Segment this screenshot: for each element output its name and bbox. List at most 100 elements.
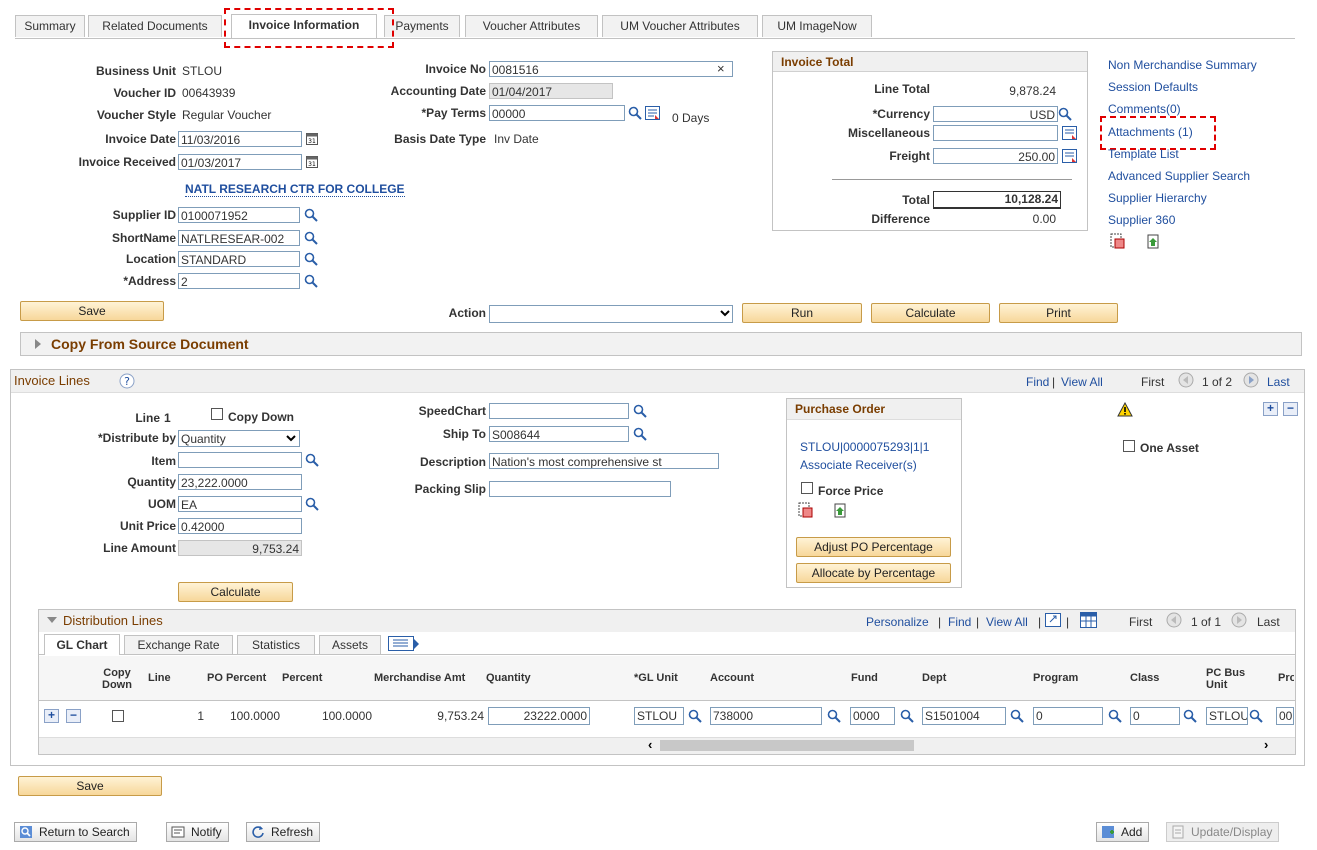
allocate-by-percentage-button[interactable]: Allocate by Percentage xyxy=(796,563,951,583)
row-fund-field[interactable]: 0000 xyxy=(850,707,895,725)
uom-field[interactable]: EA xyxy=(178,496,302,512)
row-account-field[interactable]: 738000 xyxy=(710,707,822,725)
supplier-360-link[interactable]: Supplier 360 xyxy=(1108,213,1175,227)
force-price-checkbox[interactable] xyxy=(801,482,813,494)
row-gl-unit-field[interactable]: STLOU xyxy=(634,707,684,725)
add-row-button[interactable]: + xyxy=(1263,402,1278,416)
return-to-search-button[interactable]: Return to Search xyxy=(14,822,137,842)
pay-terms-field[interactable]: 00000 xyxy=(489,105,625,121)
description-field[interactable]: Nation's most comprehensive st xyxy=(489,453,719,469)
non-merchandise-summary-link[interactable]: Non Merchandise Summary xyxy=(1108,58,1257,72)
show-all-columns-icon[interactable] xyxy=(388,636,420,652)
advanced-supplier-search-link[interactable]: Advanced Supplier Search xyxy=(1108,169,1250,183)
search-icon[interactable] xyxy=(827,709,841,723)
miscellaneous-field[interactable] xyxy=(933,125,1058,141)
comments-link[interactable]: Comments(0) xyxy=(1108,102,1181,116)
detail-page-icon[interactable] xyxy=(1062,126,1077,140)
search-icon[interactable] xyxy=(628,106,642,120)
detail-page-icon[interactable] xyxy=(645,106,660,120)
collapse-arrow-icon[interactable] xyxy=(47,617,57,623)
quantity-field[interactable]: 23,222.0000 xyxy=(178,474,302,490)
copy-from-source-section[interactable]: Copy From Source Document xyxy=(20,332,1302,356)
chevron-down-icon[interactable] xyxy=(718,306,732,320)
next-arrow-icon[interactable] xyxy=(1243,372,1259,388)
search-icon[interactable] xyxy=(1108,709,1122,723)
personalize-link[interactable]: Personalize xyxy=(866,615,929,629)
search-icon[interactable] xyxy=(633,404,647,418)
tab-invoice-information[interactable]: Invoice Information xyxy=(231,14,377,38)
packing-slip-field[interactable] xyxy=(489,481,671,497)
previous-arrow-icon[interactable] xyxy=(1178,372,1194,388)
add-row-button[interactable]: + xyxy=(44,709,59,723)
tab-um-voucher-attributes[interactable]: UM Voucher Attributes xyxy=(602,15,758,37)
freight-field[interactable]: 250.00 xyxy=(933,148,1058,164)
search-icon[interactable] xyxy=(305,453,319,467)
tab-related-documents[interactable]: Related Documents xyxy=(88,15,222,37)
calendar-icon[interactable]: 31 xyxy=(306,132,318,145)
search-icon[interactable] xyxy=(1058,107,1072,121)
adjust-po-percentage-button[interactable]: Adjust PO Percentage xyxy=(796,537,951,557)
attachments-link[interactable]: Attachments (1) xyxy=(1108,125,1193,139)
delete-document-icon[interactable] xyxy=(1110,233,1126,249)
detail-page-icon[interactable] xyxy=(1062,149,1077,163)
delete-row-button[interactable]: − xyxy=(66,709,81,723)
invoice-date-field[interactable]: 11/03/2016 xyxy=(178,131,302,147)
currency-field[interactable]: USD xyxy=(933,106,1058,122)
tab-gl-chart[interactable]: GL Chart xyxy=(44,634,120,655)
tab-exchange-rate[interactable]: Exchange Rate xyxy=(124,635,233,654)
invoice-no-field[interactable]: 0081516 xyxy=(489,61,733,77)
speedchart-field[interactable] xyxy=(489,403,629,419)
row-class-field[interactable]: 0 xyxy=(1130,707,1180,725)
tab-statistics[interactable]: Statistics xyxy=(237,635,315,654)
search-icon[interactable] xyxy=(900,709,914,723)
run-button[interactable]: Run xyxy=(742,303,862,323)
tab-payments[interactable]: Payments xyxy=(384,15,460,37)
search-icon[interactable] xyxy=(1010,709,1024,723)
save-button[interactable]: Save xyxy=(20,301,164,321)
print-button[interactable]: Print xyxy=(999,303,1118,323)
shortname-field[interactable]: NATLRESEAR-002 xyxy=(178,230,300,246)
one-asset-checkbox[interactable] xyxy=(1123,440,1135,452)
supplier-hierarchy-link[interactable]: Supplier Hierarchy xyxy=(1108,191,1207,205)
upload-document-icon[interactable] xyxy=(1145,233,1161,249)
chevron-down-icon[interactable] xyxy=(284,431,298,445)
row-program-field[interactable]: 0 xyxy=(1033,707,1103,725)
row-dept-field[interactable]: S1501004 xyxy=(922,707,1006,725)
next-arrow-icon[interactable] xyxy=(1231,612,1247,628)
tab-assets[interactable]: Assets xyxy=(319,635,381,654)
clear-icon[interactable]: × xyxy=(717,61,725,76)
item-field[interactable] xyxy=(178,452,302,468)
associate-receiver-link[interactable]: Associate Receiver(s) xyxy=(800,458,917,472)
supplier-name-link[interactable]: NATL RESEARCH CTR FOR COLLEGE xyxy=(185,182,405,197)
search-icon[interactable] xyxy=(633,427,647,441)
invoice-lines-find-link[interactable]: Find xyxy=(1026,375,1049,389)
ship-to-field[interactable]: S008644 xyxy=(489,426,629,442)
unit-price-field[interactable]: 0.42000 xyxy=(178,518,302,534)
supplier-id-field[interactable]: 0100071952 xyxy=(178,207,300,223)
calculate-button[interactable]: Calculate xyxy=(871,303,990,323)
row-copy-down-checkbox[interactable] xyxy=(112,710,124,722)
zoom-icon[interactable] xyxy=(1045,613,1061,627)
scroll-right-icon[interactable]: › xyxy=(1264,738,1276,752)
address-field[interactable]: 2 xyxy=(178,273,300,289)
distribution-view-all-link[interactable]: View All xyxy=(986,615,1028,629)
row-quantity-field[interactable]: 23222.0000 xyxy=(488,707,590,725)
search-icon[interactable] xyxy=(688,709,702,723)
line-calculate-button[interactable]: Calculate xyxy=(178,582,293,602)
update-display-button[interactable]: Update/Display xyxy=(1166,822,1280,842)
tab-um-imagenow[interactable]: UM ImageNow xyxy=(762,15,872,37)
add-button[interactable]: Add xyxy=(1096,822,1150,842)
delete-document-icon[interactable] xyxy=(798,502,814,518)
upload-document-icon[interactable] xyxy=(832,502,848,518)
help-icon[interactable]: ? xyxy=(119,373,135,389)
scroll-left-icon[interactable]: ‹ xyxy=(648,738,660,752)
notify-button[interactable]: Notify xyxy=(166,822,229,842)
search-icon[interactable] xyxy=(304,252,318,266)
invoice-received-field[interactable]: 01/03/2017 xyxy=(178,154,302,170)
distribute-by-select[interactable]: Quantity xyxy=(178,430,300,447)
scrollbar-thumb[interactable] xyxy=(660,740,914,751)
search-icon[interactable] xyxy=(1183,709,1197,723)
po-link[interactable]: STLOU|0000075293|1|1 xyxy=(800,440,929,454)
search-icon[interactable] xyxy=(304,231,318,245)
search-icon[interactable] xyxy=(1249,709,1263,723)
